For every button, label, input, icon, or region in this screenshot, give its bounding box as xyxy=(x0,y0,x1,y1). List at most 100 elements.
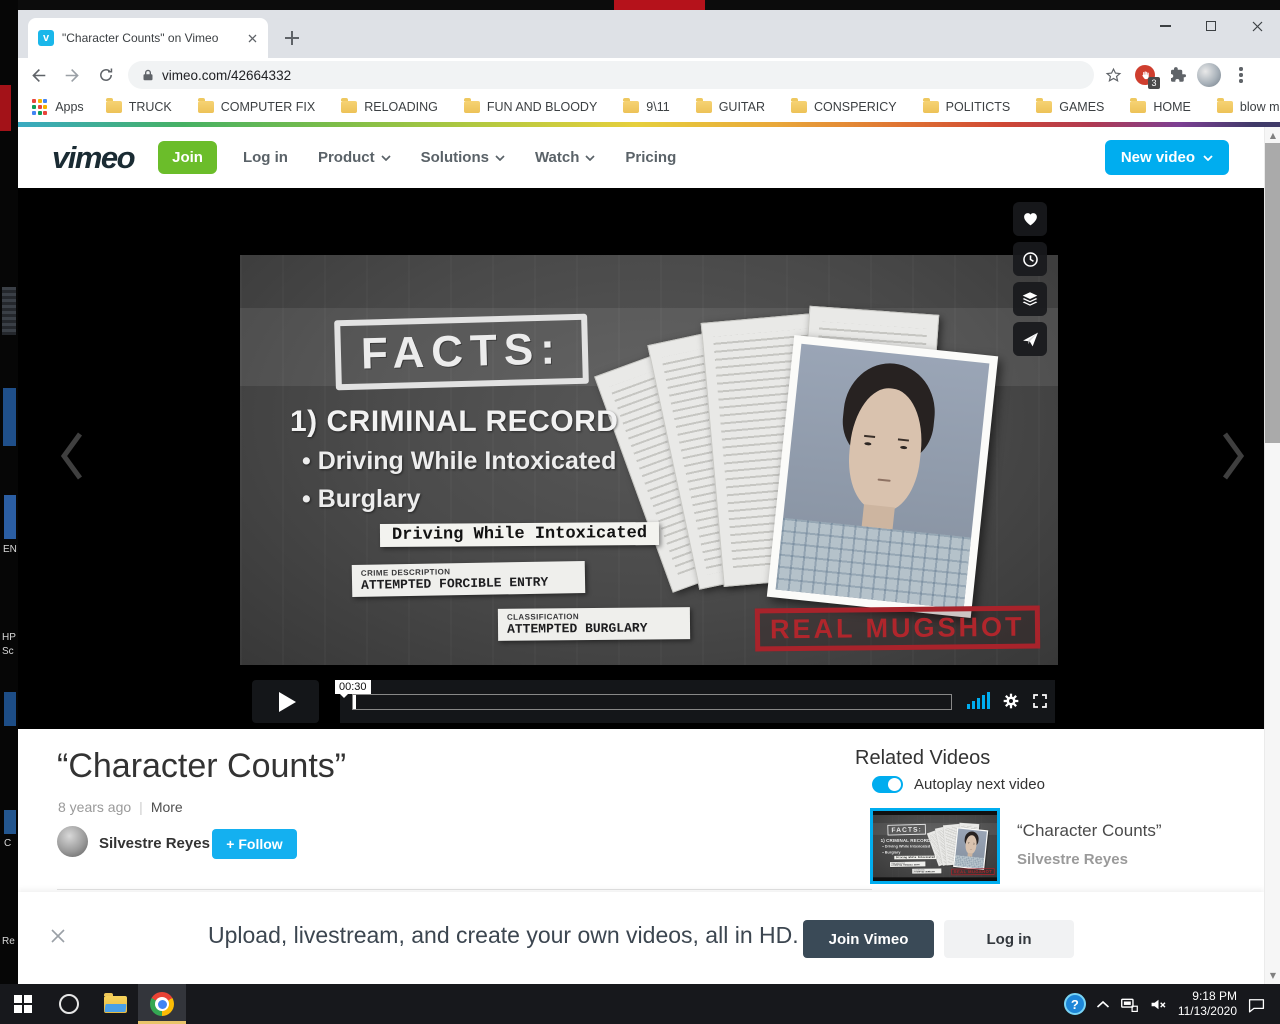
menu-button[interactable] xyxy=(1228,62,1254,88)
close-icon xyxy=(50,928,66,944)
watch-later-button[interactable] xyxy=(1013,242,1047,276)
related-video-title[interactable]: “Character Counts” xyxy=(1017,821,1162,841)
nav-solutions[interactable]: Solutions xyxy=(421,149,505,166)
start-button[interactable] xyxy=(0,984,46,1024)
nav-pricing[interactable]: Pricing xyxy=(625,149,676,166)
extension-badge: 3 xyxy=(1148,77,1160,89)
player-action-buttons xyxy=(1013,202,1047,356)
bookmark-blow-me[interactable]: blow me xyxy=(1217,100,1280,114)
add-to-collections-button[interactable] xyxy=(1013,282,1047,316)
playhead[interactable] xyxy=(353,695,356,709)
new-tab-button[interactable] xyxy=(280,26,304,50)
bookmark-reloading[interactable]: RELOADING xyxy=(341,100,438,114)
related-thumbnail[interactable]: FACTS: 1) CRIMINAL RECORD Driving While … xyxy=(870,808,1000,884)
forward-icon xyxy=(64,67,81,84)
browser-tab[interactable]: v "Character Counts" on Vimeo xyxy=(28,18,268,58)
new-video-button[interactable]: New video xyxy=(1105,140,1229,175)
signup-banner: Upload, livestream, and create your own … xyxy=(18,892,1264,984)
clock-icon xyxy=(1021,250,1040,269)
bookmark-computer-fix[interactable]: COMPUTER FIX xyxy=(198,100,315,114)
volume-muted-icon[interactable] xyxy=(1149,995,1168,1014)
fullscreen-icon xyxy=(1032,693,1048,709)
show-hidden-icons-chevron[interactable] xyxy=(1096,1000,1110,1009)
prev-video-button[interactable] xyxy=(55,428,89,484)
bookmark-label: CONSPERICY xyxy=(814,100,897,114)
bookmark-label: FUN AND BLOODY xyxy=(487,100,597,114)
bookmark-label: 9\11 xyxy=(646,100,669,114)
apps-shortcut[interactable]: Apps xyxy=(32,99,84,114)
fullscreen-button[interactable] xyxy=(1032,693,1048,714)
banner-join-button[interactable]: Join Vimeo xyxy=(803,920,934,958)
forward-button[interactable] xyxy=(58,61,86,89)
star-icon xyxy=(1105,67,1122,84)
bookmark-games[interactable]: GAMES xyxy=(1036,100,1104,114)
scroll-down-arrow[interactable]: ▼ xyxy=(1265,971,1280,980)
taskbar-clock[interactable]: 9:18 PM 11/13/2020 xyxy=(1178,989,1237,1019)
screen: EN HP Sc C Re v "Character Counts" on Vi… xyxy=(0,0,1280,1024)
video-player[interactable]: FACTS: 1) CRIMINAL RECORD Driving While … xyxy=(18,188,1264,729)
video-age: 8 years ago xyxy=(58,799,131,815)
autoplay-toggle[interactable] xyxy=(872,776,903,793)
tab-close-icon[interactable] xyxy=(244,30,260,46)
close-button[interactable] xyxy=(1234,10,1280,42)
maximize-button[interactable] xyxy=(1188,10,1234,42)
extensions-button[interactable] xyxy=(1164,62,1190,88)
video-meta: 8 years ago|More xyxy=(58,799,183,815)
profile-button[interactable] xyxy=(1196,62,1222,88)
bookmark-conspericy[interactable]: CONSPERICY xyxy=(791,100,897,114)
file-explorer-button[interactable] xyxy=(92,984,138,1024)
bookmark-politicts[interactable]: POLITICTS xyxy=(923,100,1011,114)
bookmark-star-button[interactable] xyxy=(1100,62,1126,88)
help-tray-icon[interactable]: ? xyxy=(1064,993,1086,1015)
banner-login-button[interactable]: Log in xyxy=(944,920,1074,958)
reload-button[interactable] xyxy=(92,61,120,89)
author-name[interactable]: Silvestre Reyes xyxy=(99,835,210,852)
like-button[interactable] xyxy=(1013,202,1047,236)
nav-product[interactable]: Product xyxy=(318,149,391,166)
next-video-button[interactable] xyxy=(1216,428,1250,484)
volume-control[interactable] xyxy=(967,691,990,709)
scroll-up-arrow[interactable]: ▲ xyxy=(1265,131,1280,140)
related-video-author[interactable]: Silvestre Reyes xyxy=(1017,851,1128,868)
progress-bar[interactable]: 00:30 xyxy=(352,694,952,710)
bookmark-truck[interactable]: TRUCK xyxy=(106,100,172,114)
bookmark-9-11[interactable]: 9\11 xyxy=(623,100,669,114)
more-link[interactable]: More xyxy=(151,799,183,815)
bookmark-fun-and-bloody[interactable]: FUN AND BLOODY xyxy=(464,100,597,114)
nav-login[interactable]: Log in xyxy=(243,149,288,166)
classification-box: CLASSIFICATION ATTEMPTED BURGLARY xyxy=(912,869,941,874)
slide-bullets: Driving While Intoxicated Burglary xyxy=(302,447,616,523)
scrollbar-thumb[interactable] xyxy=(1265,143,1280,443)
nav-watch[interactable]: Watch xyxy=(535,149,595,166)
banner-text: Upload, livestream, and create your own … xyxy=(208,922,799,949)
typewriter-label: Driving While Intoxicated xyxy=(380,522,659,547)
address-bar[interactable]: vimeo.com/42664332 xyxy=(128,61,1094,89)
network-icon[interactable] xyxy=(1120,995,1139,1014)
autoplay-label: Autoplay next video xyxy=(914,776,1045,793)
vimeo-nav: Log in Product Solutions Watch Pricing xyxy=(243,149,676,166)
minimize-button[interactable] xyxy=(1142,10,1188,42)
bookmark-home[interactable]: HOME xyxy=(1130,100,1191,114)
heart-icon xyxy=(1022,211,1039,228)
banner-close-button[interactable] xyxy=(50,928,68,946)
windows-taskbar: ? 9:18 PM 11/13/2020 xyxy=(0,984,1280,1024)
back-button[interactable] xyxy=(24,61,52,89)
settings-button[interactable] xyxy=(1002,692,1020,715)
cortana-button[interactable] xyxy=(46,984,92,1024)
action-center-icon[interactable] xyxy=(1247,995,1266,1014)
bookmark-guitar[interactable]: GUITAR xyxy=(696,100,765,114)
chrome-taskbar-button[interactable] xyxy=(138,984,186,1024)
author-avatar[interactable] xyxy=(57,826,88,857)
share-button[interactable] xyxy=(1013,322,1047,356)
play-button[interactable] xyxy=(252,680,319,723)
follow-button[interactable]: + Follow xyxy=(212,829,297,859)
mugshot-photo xyxy=(767,335,998,618)
folder-icon xyxy=(1036,101,1052,113)
vimeo-logo[interactable]: vimeo xyxy=(52,140,134,176)
paper-plane-icon xyxy=(1022,331,1039,348)
mugshot-photo xyxy=(953,827,988,870)
join-button[interactable]: Join xyxy=(158,141,217,174)
page-scrollbar[interactable]: ▲ ▼ xyxy=(1264,127,1280,984)
slide-bullets: Driving While Intoxicated Burglary xyxy=(882,844,930,856)
adblock-extension-button[interactable]: 3 xyxy=(1132,62,1158,88)
